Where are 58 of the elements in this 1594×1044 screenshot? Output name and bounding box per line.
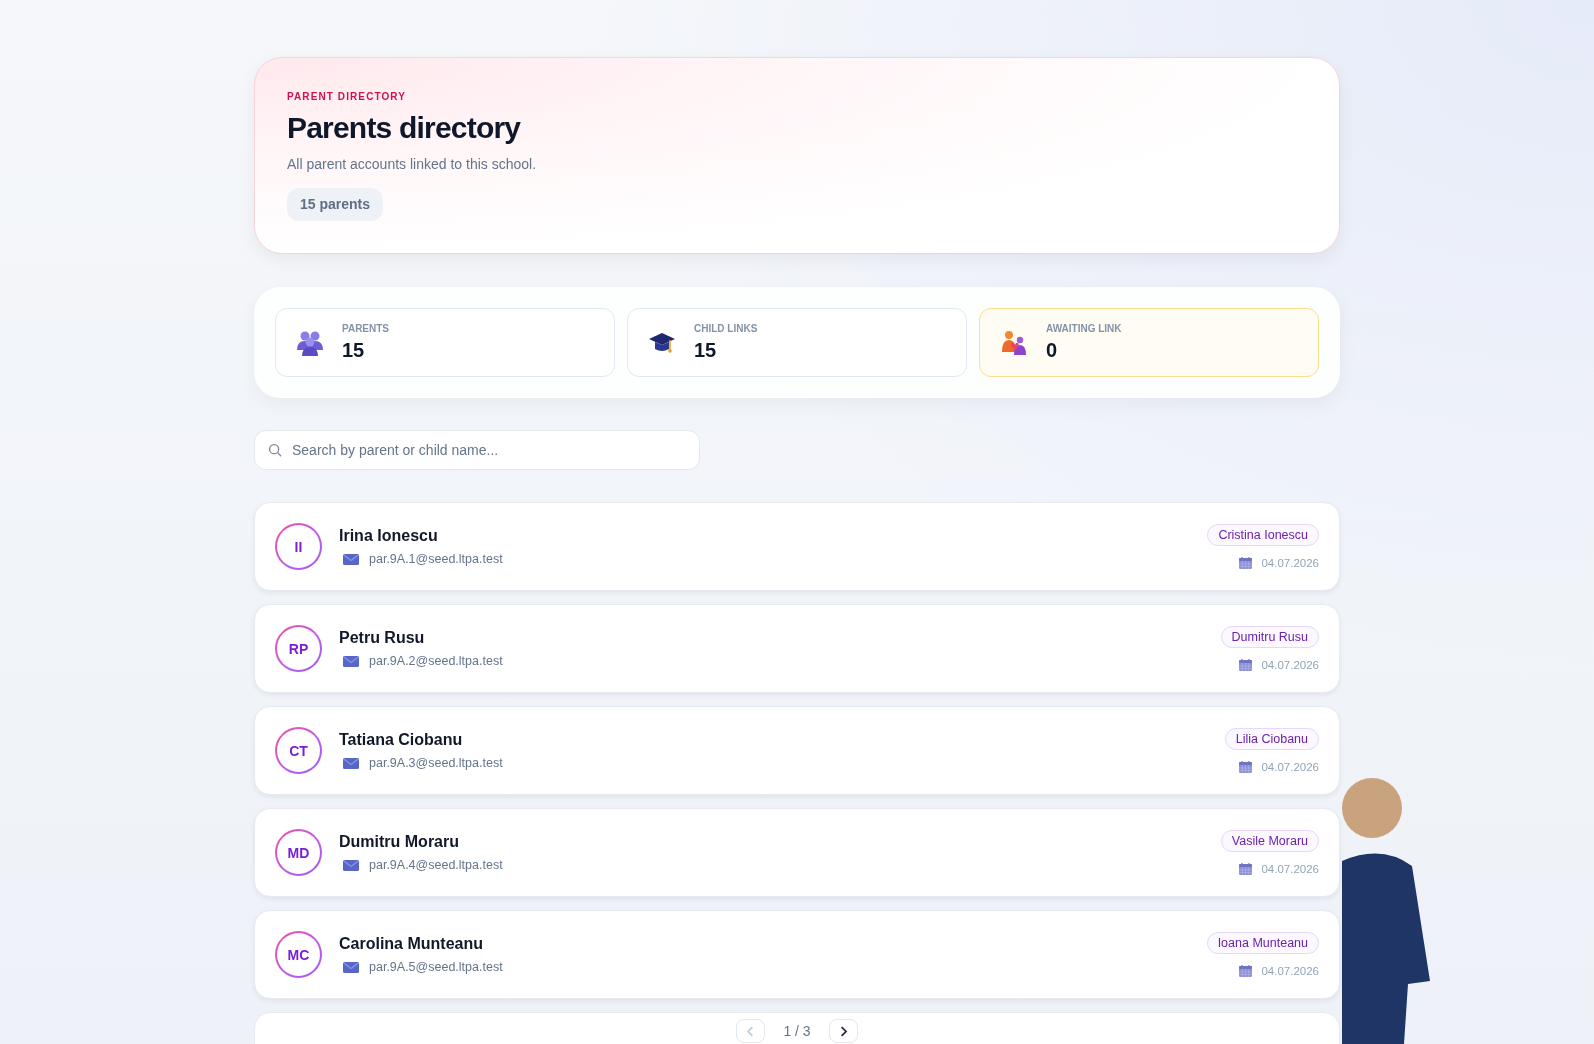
chevron-right-icon [840,1026,846,1036]
email-text: par.9A.4@seed.ltpa.test [369,858,503,873]
envelope-icon [343,860,359,871]
child-tag: Ioana Munteanu [1206,931,1319,954]
page-subtitle: All parent accounts linked to this school. [287,155,538,173]
eyebrow-label: PARENT DIRECTORY [287,91,408,103]
next-page-button[interactable] [828,1019,858,1043]
calendar-icon [1239,862,1253,875]
date-text: 04.07.2026 [1261,861,1319,876]
count-badge: 15 parents [287,188,384,221]
avatar: MD [275,829,322,876]
calendar-icon [1239,658,1253,671]
search-field[interactable]: Search by parent or child name... [254,430,700,470]
parent-name: Dumitru Moraru [339,832,459,852]
envelope-icon [343,656,359,667]
child-tag: Vasile Moraru [1220,829,1319,852]
envelope-icon [343,962,359,973]
stat-value: 15 [342,338,366,362]
calendar-icon [1239,556,1253,569]
avatar: II [275,523,322,570]
stat-value: 0 [1046,338,1059,362]
stat-label: CHILD LINKS [694,323,758,335]
calendar-icon [1239,964,1253,977]
stat-label: PARENTS [342,323,390,335]
avatar: CT [275,727,322,774]
parent-name: Carolina Munteanu [339,934,483,954]
parent-row[interactable]: CT Tatiana Ciobanu par.9A.3@seed.ltpa.test Lilia Ciobanu 04.07.2026 [254,706,1340,795]
child-tag: Lilia Ciobanu [1224,727,1319,750]
parent-child-icon [1000,329,1028,356]
parent-row[interactable]: MD Dumitru Moraru par.9A.4@seed.ltpa.test Vasile Moraru 04.07.2026 [254,808,1340,897]
email-text: par.9A.1@seed.ltpa.test [369,552,503,567]
envelope-icon [343,758,359,769]
child-tag: Cristina Ionescu [1207,523,1319,546]
parent-row[interactable]: II Irina Ionescu par.9A.1@seed.ltpa.test Cristina Ionescu 04.07.2026 [254,502,1340,591]
people-icon [296,329,324,356]
child-tag: Dumitru Rusu [1220,625,1319,648]
parent-row[interactable]: MC Carolina Munteanu par.9A.5@seed.ltpa.test Ioana Munteanu 04.07.2026 [254,910,1340,999]
envelope-icon [343,554,359,565]
page-indicator: 1 / 3 [783,1022,811,1041]
parent-name: Irina Ionescu [339,526,438,546]
parent-name: Tatiana Ciobanu [339,730,463,750]
parent-name: Petru Rusu [339,628,425,648]
stat-value: 15 [694,338,718,362]
calendar-icon [1239,760,1253,773]
email-text: par.9A.2@seed.ltpa.test [369,654,503,669]
chevron-left-icon [748,1026,754,1036]
date-text: 04.07.2026 [1261,759,1319,774]
avatar: RP [275,625,322,672]
avatar: MC [275,931,322,978]
email-text: par.9A.5@seed.ltpa.test [369,960,503,975]
search-icon [268,443,282,457]
email-text: par.9A.3@seed.ltpa.test [369,756,503,771]
date-text: 04.07.2026 [1261,657,1319,672]
stat-label: AWAITING LINK [1046,323,1122,335]
parent-row[interactable]: RP Petru Rusu par.9A.2@seed.ltpa.test Dumitru Rusu 04.07.2026 [254,604,1340,693]
date-text: 04.07.2026 [1261,963,1319,978]
date-text: 04.07.2026 [1261,555,1319,570]
page-title: Parents directory [287,110,522,146]
